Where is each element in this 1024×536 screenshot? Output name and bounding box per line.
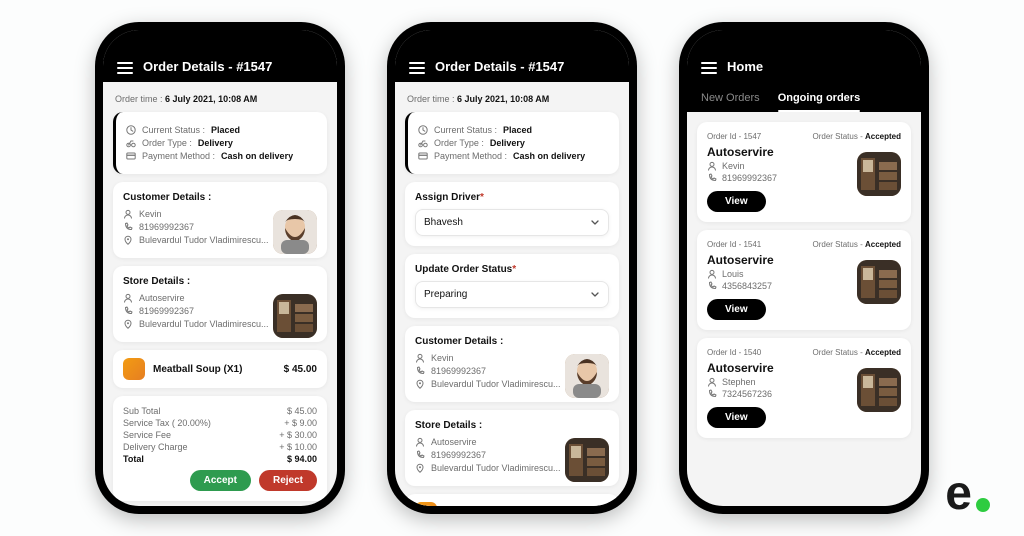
pin-icon — [123, 235, 133, 245]
view-button[interactable]: View — [707, 191, 766, 212]
store-thumbnail — [273, 294, 317, 338]
order-item-row: Meatball Soup (X1) $ 45.00 — [113, 350, 327, 388]
item-name: Meatball Soup (X1) — [153, 364, 242, 375]
status-card: Current Status : Placed Order Type : Del… — [113, 112, 327, 174]
card-icon — [418, 151, 428, 161]
item-thumb — [123, 358, 145, 380]
store-thumbnail — [857, 368, 901, 412]
pin-icon — [415, 379, 425, 389]
brand-dot-icon — [976, 498, 990, 512]
tab-new-orders[interactable]: New Orders — [701, 86, 760, 112]
order-card: Order Id - 1547Order Status - Accepted A… — [697, 122, 911, 222]
user-icon — [123, 293, 133, 303]
menu-icon[interactable] — [117, 62, 133, 74]
store-heading: Store Details : — [415, 420, 609, 431]
page-title: Home — [727, 59, 763, 74]
accept-button[interactable]: Accept — [190, 470, 251, 491]
view-button[interactable]: View — [707, 299, 766, 320]
item-price: $ 45.00 — [284, 364, 317, 375]
page-title: Order Details - #1547 — [143, 59, 272, 74]
order-time: Order time : 6 July 2021, 10:08 AM — [113, 92, 327, 104]
user-icon — [707, 377, 717, 387]
assign-driver-card: Assign Driver* Bhavesh — [405, 182, 619, 246]
home-tabs: New Orders Ongoing orders — [687, 82, 921, 112]
clock-icon — [418, 125, 428, 135]
user-icon — [707, 161, 717, 171]
bike-icon — [418, 138, 428, 148]
phone-icon — [707, 173, 717, 183]
chevron-down-icon — [590, 218, 600, 228]
phone-icon — [123, 222, 133, 232]
page-title: Order Details - #1547 — [435, 59, 564, 74]
avatar — [273, 210, 317, 254]
customer-heading: Customer Details : — [415, 336, 609, 347]
store-thumbnail — [565, 438, 609, 482]
phone-order-details-1: Order Details - #1547 Order time : 6 Jul… — [95, 22, 345, 514]
store-thumbnail — [857, 152, 901, 196]
assign-driver-heading: Assign Driver* — [415, 192, 609, 203]
customer-card: Customer Details : Kevin 81969992367 Bul… — [405, 326, 619, 402]
brand-logo: e — [945, 470, 990, 518]
reject-button[interactable]: Reject — [259, 470, 317, 491]
update-status-heading: Update Order Status* — [415, 264, 609, 275]
order-card: Order Id - 1541Order Status - Accepted A… — [697, 230, 911, 330]
card-icon — [126, 151, 136, 161]
phone-icon — [707, 389, 717, 399]
status-card: Current Status : Placed Order Type : Del… — [405, 112, 619, 174]
update-status-select[interactable]: Preparing — [415, 281, 609, 308]
pin-icon — [415, 463, 425, 473]
item-thumb — [415, 502, 437, 506]
store-card: Store Details : Autoservire 81969992367 … — [405, 410, 619, 486]
menu-icon[interactable] — [701, 62, 717, 74]
assign-driver-select[interactable]: Bhavesh — [415, 209, 609, 236]
totals-card: Sub Total$ 45.00 Service Tax ( 20.00%)+ … — [113, 396, 327, 501]
tab-ongoing-orders[interactable]: Ongoing orders — [778, 86, 861, 112]
phone-order-details-2: Order Details - #1547 Order time : 6 Jul… — [387, 22, 637, 514]
menu-icon[interactable] — [409, 62, 425, 74]
customer-card: Customer Details : Kevin 81969992367 Bul… — [113, 182, 327, 258]
update-status-card: Update Order Status* Preparing — [405, 254, 619, 318]
clock-icon — [126, 125, 136, 135]
phone-icon — [707, 281, 717, 291]
order-item-row: Meatball Soup (X1) $ 45.00 — [405, 494, 619, 506]
user-icon — [707, 269, 717, 279]
order-card: Order Id - 1540Order Status - Accepted A… — [697, 338, 911, 438]
order-time: Order time : 6 July 2021, 10:08 AM — [405, 92, 619, 104]
user-icon — [415, 353, 425, 363]
pin-icon — [123, 319, 133, 329]
phone-icon — [123, 306, 133, 316]
view-button[interactable]: View — [707, 407, 766, 428]
bike-icon — [126, 138, 136, 148]
chevron-down-icon — [590, 290, 600, 300]
store-thumbnail — [857, 260, 901, 304]
phone-home: Home New Orders Ongoing orders Order Id … — [679, 22, 929, 514]
phone-icon — [415, 366, 425, 376]
store-heading: Store Details : — [123, 276, 317, 287]
customer-heading: Customer Details : — [123, 192, 317, 203]
phone-icon — [415, 450, 425, 460]
avatar — [565, 354, 609, 398]
user-icon — [123, 209, 133, 219]
user-icon — [415, 437, 425, 447]
store-card: Store Details : Autoservire 81969992367 … — [113, 266, 327, 342]
